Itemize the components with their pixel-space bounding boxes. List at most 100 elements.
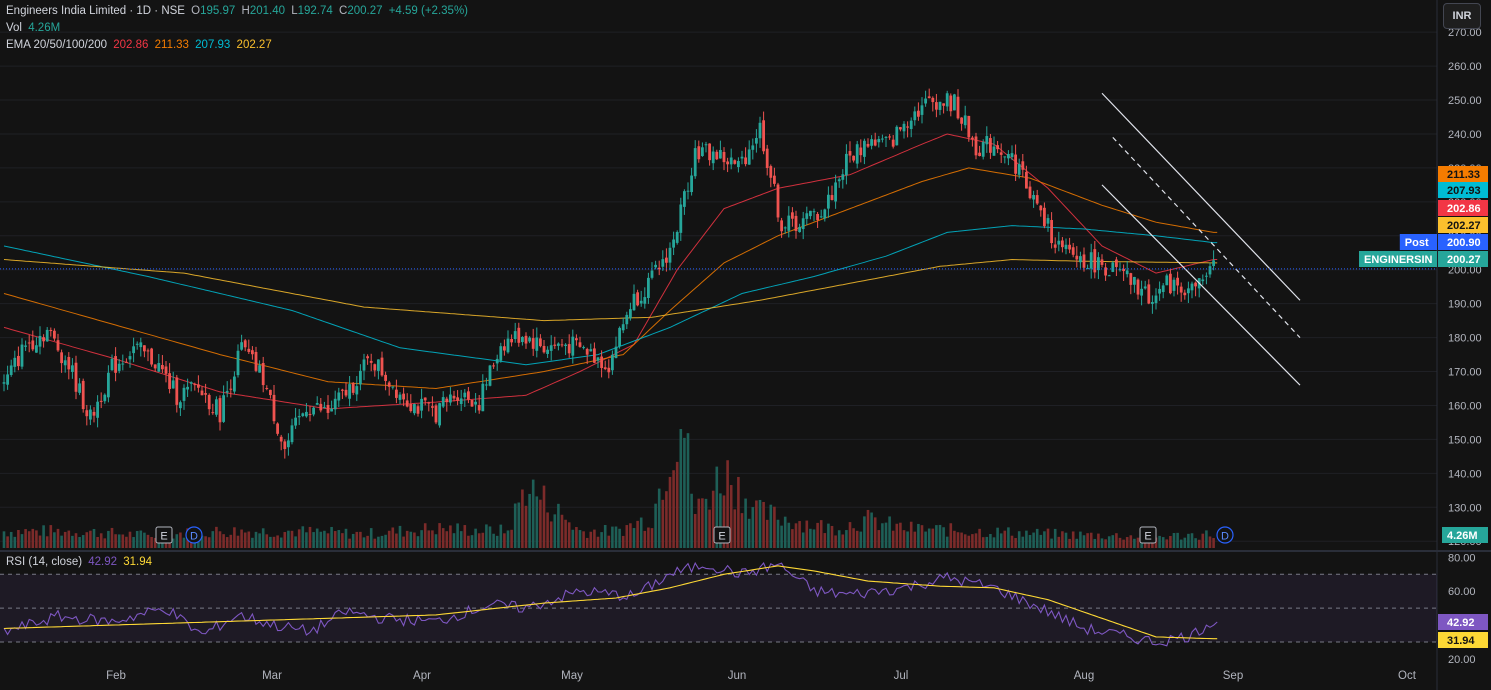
- candle-body[interactable]: [899, 127, 902, 130]
- candle-body[interactable]: [330, 408, 333, 412]
- candle-body[interactable]: [243, 340, 247, 348]
- candle-body[interactable]: [686, 190, 690, 192]
- candle-body[interactable]: [1194, 282, 1197, 287]
- candle-body[interactable]: [171, 380, 175, 389]
- candle-body[interactable]: [387, 382, 391, 387]
- candle-body[interactable]: [1151, 302, 1154, 304]
- candle-body[interactable]: [1017, 164, 1021, 175]
- candle-body[interactable]: [297, 416, 301, 418]
- candle-body[interactable]: [837, 179, 841, 182]
- candle-body[interactable]: [222, 395, 225, 422]
- candle-body[interactable]: [103, 394, 107, 402]
- candle-body[interactable]: [625, 314, 629, 325]
- candle-body[interactable]: [708, 143, 711, 161]
- candle-body[interactable]: [1111, 262, 1115, 272]
- candle-body[interactable]: [1089, 252, 1093, 269]
- candle-body[interactable]: [823, 209, 827, 219]
- candle-body[interactable]: [571, 336, 575, 356]
- candle-body[interactable]: [17, 355, 20, 367]
- candle-body[interactable]: [1025, 171, 1028, 189]
- candle-body[interactable]: [315, 402, 319, 405]
- candle-body[interactable]: [672, 239, 675, 248]
- candle-body[interactable]: [711, 151, 715, 164]
- candle-body[interactable]: [881, 138, 884, 140]
- candle-body[interactable]: [758, 122, 762, 139]
- candle-body[interactable]: [56, 340, 60, 351]
- candle-body[interactable]: [290, 425, 294, 443]
- candle-body[interactable]: [161, 364, 164, 370]
- candle-body[interactable]: [909, 120, 913, 130]
- candle-body[interactable]: [780, 220, 783, 232]
- candle-body[interactable]: [1133, 276, 1136, 285]
- candle-body[interactable]: [2, 382, 6, 384]
- candle-body[interactable]: [1079, 256, 1082, 263]
- candle-body[interactable]: [395, 389, 398, 398]
- candle-body[interactable]: [348, 384, 351, 399]
- candle-body[interactable]: [841, 174, 845, 180]
- candle-body[interactable]: [1075, 255, 1079, 260]
- candle-body[interactable]: [474, 401, 477, 405]
- candle-body[interactable]: [319, 403, 323, 411]
- candle-body[interactable]: [391, 386, 395, 388]
- candle-body[interactable]: [611, 354, 614, 371]
- candle-body[interactable]: [13, 357, 17, 367]
- candle-body[interactable]: [488, 365, 492, 386]
- candle-body[interactable]: [215, 399, 218, 415]
- candle-body[interactable]: [989, 138, 992, 153]
- candle-body[interactable]: [207, 394, 211, 410]
- candle-body[interactable]: [1165, 275, 1169, 286]
- candle-body[interactable]: [859, 147, 863, 156]
- candle-body[interactable]: [359, 370, 362, 385]
- candle-body[interactable]: [1010, 153, 1014, 158]
- candle-body[interactable]: [582, 347, 585, 349]
- candle-body[interactable]: [960, 117, 963, 124]
- candle-body[interactable]: [884, 136, 888, 138]
- candle-body[interactable]: [924, 98, 927, 104]
- candle-body[interactable]: [1118, 269, 1122, 271]
- candle-body[interactable]: [49, 329, 53, 332]
- candle-body[interactable]: [765, 148, 769, 168]
- candle-body[interactable]: [801, 218, 805, 230]
- candle-body[interactable]: [567, 344, 571, 354]
- candle-body[interactable]: [24, 345, 27, 347]
- candle-body[interactable]: [596, 357, 600, 361]
- candle-body[interactable]: [830, 195, 834, 201]
- candle-body[interactable]: [1068, 244, 1071, 250]
- candle-body[interactable]: [323, 406, 326, 408]
- candle-body[interactable]: [639, 300, 643, 304]
- candle-body[interactable]: [927, 96, 931, 99]
- candle-body[interactable]: [1003, 156, 1007, 158]
- candle-body[interactable]: [294, 417, 297, 426]
- candle-body[interactable]: [643, 297, 647, 304]
- candle-body[interactable]: [405, 400, 409, 407]
- candle-body[interactable]: [6, 374, 9, 385]
- candle-body[interactable]: [114, 356, 117, 373]
- candle-body[interactable]: [344, 389, 348, 396]
- candle-body[interactable]: [917, 110, 920, 117]
- candle-body[interactable]: [600, 356, 603, 368]
- candle-body[interactable]: [305, 411, 308, 417]
- candle-body[interactable]: [895, 126, 899, 146]
- candle-body[interactable]: [524, 335, 528, 344]
- candle-body[interactable]: [197, 384, 200, 388]
- candle-body[interactable]: [402, 393, 405, 400]
- candle-body[interactable]: [661, 259, 665, 267]
- candle-body[interactable]: [276, 423, 279, 434]
- candle-body[interactable]: [89, 409, 92, 420]
- candle-body[interactable]: [200, 390, 204, 396]
- candle-body[interactable]: [542, 345, 546, 353]
- candle-body[interactable]: [531, 338, 535, 349]
- candle-body[interactable]: [722, 151, 726, 163]
- candle-body[interactable]: [938, 101, 942, 110]
- currency-button[interactable]: INR: [1443, 3, 1481, 29]
- candle-body[interactable]: [1212, 260, 1215, 267]
- candle-body[interactable]: [852, 155, 855, 161]
- candle-body[interactable]: [762, 120, 765, 152]
- candle-body[interactable]: [42, 337, 45, 342]
- candle-body[interactable]: [629, 309, 632, 319]
- candle-body[interactable]: [1064, 244, 1068, 249]
- candle-body[interactable]: [1061, 240, 1064, 248]
- candle-body[interactable]: [272, 394, 276, 422]
- candle-body[interactable]: [974, 136, 978, 156]
- candle-body[interactable]: [866, 143, 870, 147]
